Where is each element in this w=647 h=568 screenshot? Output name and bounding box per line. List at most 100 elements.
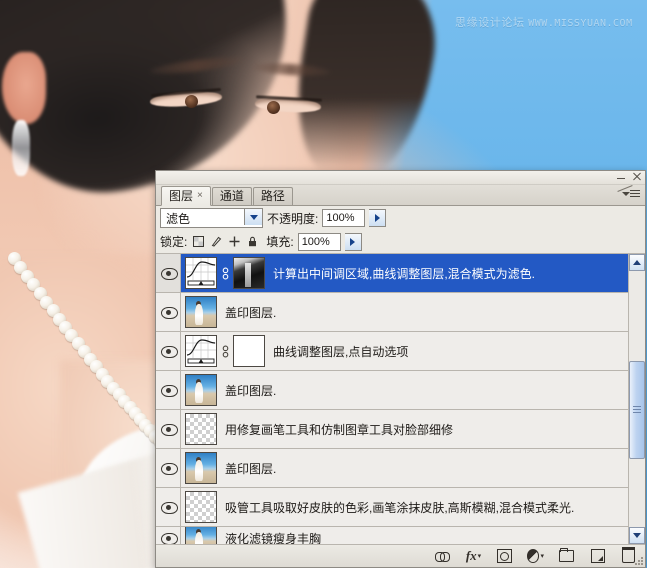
layer-name: 液化滤镜瘦身丰胸 <box>225 531 322 545</box>
tab-paths-label: 路径 <box>260 189 285 203</box>
link-mask-icon[interactable] <box>220 343 230 359</box>
site-watermark: 思缘设计论坛 WWW.MISSYUAN.COM <box>455 14 640 30</box>
layers-scrollbar[interactable] <box>628 254 645 544</box>
layer-visibility-toggle[interactable] <box>156 293 181 331</box>
watermark-cn: 思缘设计论坛 <box>455 17 525 29</box>
layer-name: 曲线调整图层,点自动选项 <box>273 344 409 359</box>
tab-layers-label: 图层 <box>169 188 194 203</box>
link-layers-button[interactable] <box>434 549 451 564</box>
blend-mode-value: 滤色 <box>166 211 191 226</box>
layer-visibility-toggle[interactable] <box>156 527 181 544</box>
chevron-down-icon: ▾ <box>477 553 482 560</box>
move-lock-icon[interactable] <box>229 236 240 247</box>
layer-visibility-toggle[interactable] <box>156 254 181 292</box>
layer-thumbnail-photo[interactable] <box>185 296 217 328</box>
blend-opacity-row: 滤色 不透明度: 100% <box>156 206 645 230</box>
layer-mask-icon <box>497 549 512 563</box>
panel-menu-icon[interactable] <box>617 185 640 203</box>
eye-icon <box>160 268 178 280</box>
eye-icon <box>160 346 178 358</box>
layer-name: 吸管工具吸取好皮肤的色彩,画笔涂抹皮肤,高斯模糊,混合模式柔光. <box>225 500 575 515</box>
layer-thumbnail-curves[interactable] <box>185 335 217 367</box>
layer-name: 计算出中间调区域,曲线调整图层,混合模式为滤色. <box>273 266 536 281</box>
opacity-label: 不透明度: <box>267 211 319 226</box>
eye-icon <box>160 463 178 475</box>
layers-panel: 图层 × 通道 路径 滤色 不透明度: 100% 锁定: 填充: 100% 计算… <box>155 170 646 568</box>
iris-left <box>185 95 198 108</box>
blend-mode-select[interactable]: 滤色 <box>160 208 263 228</box>
fill-input[interactable]: 100% <box>297 232 341 251</box>
minimize-icon[interactable] <box>617 173 625 181</box>
layers-panel-footer: fx ▾ ▾ <box>156 544 645 567</box>
lock-fill-row: 锁定: 填充: 100% <box>156 230 645 254</box>
chevron-down-icon <box>622 192 630 196</box>
scroll-up-icon[interactable] <box>629 254 645 271</box>
layer-visibility-toggle[interactable] <box>156 371 181 409</box>
scrollbar-track[interactable] <box>629 271 645 527</box>
adjustment-layer-icon <box>527 549 540 563</box>
table-row[interactable]: 液化滤镜瘦身丰胸 <box>156 527 628 544</box>
resize-grip[interactable] <box>634 556 643 565</box>
fill-label: 填充: <box>266 235 294 249</box>
layer-visibility-toggle[interactable] <box>156 332 181 370</box>
table-row[interactable]: 盖印图层. <box>156 371 628 410</box>
layer-name: 盖印图层. <box>225 305 277 320</box>
panel-tabstrip: 图层 × 通道 路径 <box>156 185 645 206</box>
eye-icon <box>160 533 178 544</box>
new-adjustment-layer-button[interactable]: ▾ <box>527 549 544 564</box>
layer-name: 盖印图层. <box>225 383 277 398</box>
layer-thumbnail-photo[interactable] <box>185 527 217 544</box>
new-group-folder-icon <box>559 548 574 562</box>
tab-layers[interactable]: 图层 × <box>161 186 211 206</box>
table-row[interactable]: 曲线调整图层,点自动选项 <box>156 332 628 371</box>
panel-titlebar[interactable] <box>156 171 645 185</box>
table-row[interactable]: 用修复画笔工具和仿制图章工具对脸部细修 <box>156 410 628 449</box>
chevron-down-icon: ▾ <box>540 553 544 560</box>
opacity-input[interactable]: 100% <box>322 209 366 227</box>
iris-right <box>267 101 280 114</box>
layer-mask-thumbnail[interactable] <box>233 257 265 289</box>
table-row[interactable]: 吸管工具吸取好皮肤的色彩,画笔涂抹皮肤,高斯模糊,混合模式柔光. <box>156 488 628 527</box>
ear-region <box>2 52 46 124</box>
opacity-stepper[interactable] <box>369 209 387 227</box>
scrollbar-grip <box>633 406 641 415</box>
eye-icon <box>160 502 178 514</box>
table-row[interactable]: 盖印图层. <box>156 293 628 332</box>
new-layer-button[interactable] <box>589 549 606 564</box>
layer-style-button[interactable]: fx ▾ <box>465 548 482 564</box>
scrollbar-thumb[interactable] <box>629 361 645 459</box>
layer-thumbnail-curves[interactable] <box>185 257 217 289</box>
layer-thumbnail-transparent[interactable] <box>185 491 217 523</box>
layer-visibility-toggle[interactable] <box>156 449 181 487</box>
brush-lock-icon[interactable] <box>211 236 222 247</box>
new-group-button[interactable] <box>558 548 575 564</box>
chevron-down-icon[interactable] <box>244 209 262 225</box>
layer-visibility-toggle[interactable] <box>156 410 181 448</box>
tab-paths[interactable]: 路径 <box>252 187 293 205</box>
add-layer-mask-button[interactable] <box>496 549 513 564</box>
table-row[interactable]: 计算出中间调区域,曲线调整图层,混合模式为滤色. <box>156 254 628 293</box>
eye-icon <box>160 385 178 397</box>
layer-thumbnail-photo[interactable] <box>185 452 217 484</box>
layer-mask-thumbnail[interactable] <box>233 335 265 367</box>
layer-style-fx-icon: fx <box>465 548 477 563</box>
lock-label: 锁定: <box>160 235 188 249</box>
layer-name: 盖印图层. <box>225 461 277 476</box>
link-mask-icon[interactable] <box>220 265 230 281</box>
all-lock-icon[interactable] <box>247 236 258 247</box>
fill-stepper[interactable] <box>344 232 362 251</box>
layer-thumbnail-transparent[interactable] <box>185 413 217 445</box>
tab-close-icon[interactable]: × <box>197 191 203 201</box>
scroll-down-icon[interactable] <box>629 527 645 544</box>
transparency-lock-icon[interactable] <box>193 236 205 247</box>
link-layers-icon <box>435 551 450 562</box>
tab-channels[interactable]: 通道 <box>211 187 252 205</box>
layer-name: 用修复画笔工具和仿制图章工具对脸部细修 <box>225 422 454 437</box>
close-icon[interactable] <box>632 172 641 181</box>
layer-thumbnail-photo[interactable] <box>185 374 217 406</box>
tab-channels-label: 通道 <box>219 189 244 203</box>
layer-visibility-toggle[interactable] <box>156 488 181 526</box>
hamburger-icon <box>630 190 640 199</box>
watermark-url: WWW.MISSYUAN.COM <box>528 18 633 29</box>
table-row[interactable]: 盖印图层. <box>156 449 628 488</box>
